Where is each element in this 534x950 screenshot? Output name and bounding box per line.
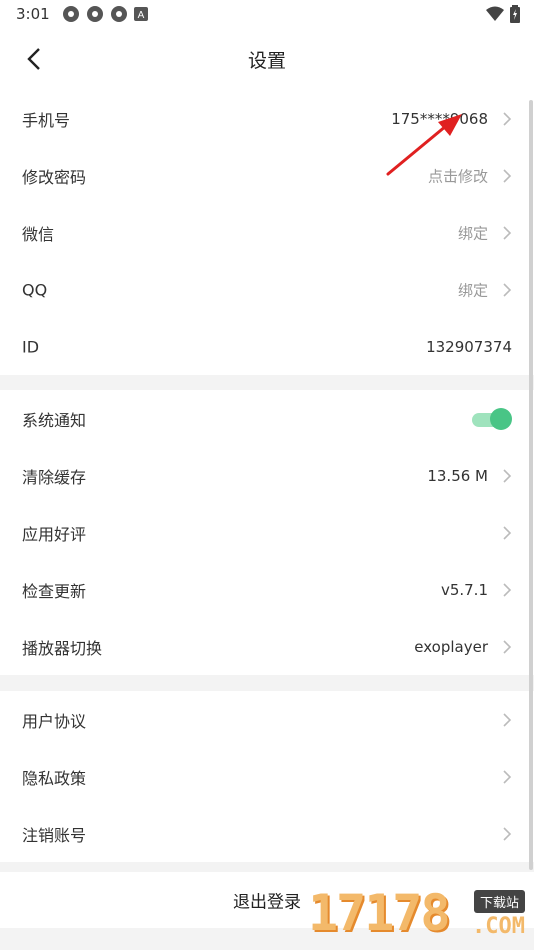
cache-size-value: 13.56 M [427, 466, 488, 485]
watermark-tag: 下载站 [474, 890, 526, 913]
page-title: 设置 [247, 50, 286, 72]
chevron-right-icon [503, 525, 512, 540]
title-bar: 设置 [0, 28, 534, 90]
app-icon [110, 6, 127, 22]
legal-section: 用户协议 隐私政策 注销账号 [0, 691, 534, 862]
row-label: 清除缓存 [22, 467, 87, 487]
row-label: 隐私政策 [22, 768, 87, 788]
watermark-com: .COM [472, 914, 525, 939]
settings-section: 系统通知 清除缓存 13.56 M 应用好评 检查更新 v5.7.1 播放器切换… [0, 390, 534, 675]
battery-icon [510, 5, 520, 23]
row-label: 手机号 [22, 110, 71, 130]
row-id: ID 132907374 [0, 318, 534, 375]
row-check-update[interactable]: 检查更新 v5.7.1 [0, 561, 534, 618]
row-label: 用户协议 [22, 711, 87, 731]
row-privacy-policy[interactable]: 隐私政策 [0, 748, 534, 805]
row-rate-app[interactable]: 应用好评 [0, 504, 534, 561]
row-user-agreement[interactable]: 用户协议 [0, 691, 534, 748]
row-clear-cache[interactable]: 清除缓存 13.56 M [0, 447, 534, 504]
player-value: exoplayer [414, 637, 488, 656]
chevron-right-icon [503, 282, 512, 297]
wechat-bind-value: 绑定 [457, 224, 488, 242]
row-label: 微信 [22, 224, 55, 244]
app-icon [86, 6, 103, 22]
id-value: 132907374 [426, 337, 512, 356]
row-label: 检查更新 [22, 581, 87, 601]
row-label: 注销账号 [22, 825, 87, 845]
annotation-arrow-icon [386, 114, 462, 176]
status-bar: 3:01 A [0, 0, 534, 28]
chevron-right-icon [503, 769, 512, 784]
notification-a-icon: A [133, 7, 148, 21]
row-label: 系统通知 [22, 410, 87, 430]
chevron-right-icon [503, 826, 512, 841]
chevron-right-icon [503, 225, 512, 240]
chevron-right-icon [503, 168, 512, 183]
watermark-digits: 17178 [308, 884, 451, 942]
row-label: 修改密码 [22, 167, 87, 187]
chevron-right-icon [503, 639, 512, 654]
row-label: 应用好评 [22, 524, 87, 544]
toggle-knob [490, 407, 512, 430]
row-label: 播放器切换 [22, 638, 103, 658]
chevron-right-icon [503, 712, 512, 727]
row-delete-account[interactable]: 注销账号 [0, 805, 534, 862]
row-wechat[interactable]: 微信 绑定 [0, 204, 534, 261]
chevron-right-icon [503, 111, 512, 126]
app-icon [62, 6, 79, 22]
site-watermark: 17178 下载站 .COM [308, 884, 534, 950]
row-qq[interactable]: QQ 绑定 [0, 261, 534, 318]
version-value: v5.7.1 [440, 580, 488, 599]
row-label: ID [22, 337, 40, 356]
wifi-icon [486, 6, 504, 21]
chevron-right-icon [503, 582, 512, 597]
row-player-switch[interactable]: 播放器切换 exoplayer [0, 618, 534, 675]
status-time: 3:01 [16, 5, 50, 23]
row-system-notification: 系统通知 [0, 390, 534, 447]
chevron-right-icon [503, 468, 512, 483]
svg-text:A: A [137, 10, 144, 21]
qq-bind-value: 绑定 [457, 281, 488, 299]
row-label: QQ [22, 280, 48, 299]
notification-toggle[interactable] [472, 407, 512, 430]
scrollbar[interactable] [529, 100, 533, 870]
